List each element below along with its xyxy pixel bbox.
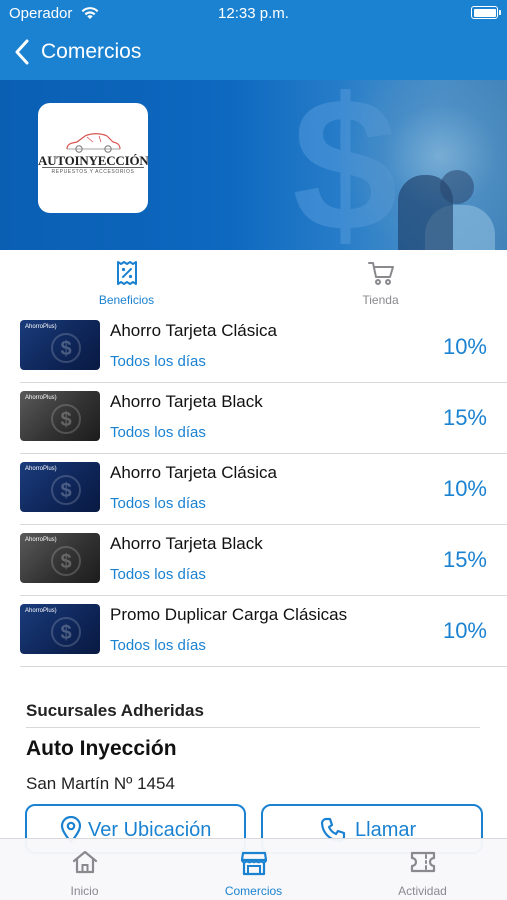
benefit-row[interactable]: AhorroPlus) $ Ahorro Tarjeta Clásica Tod… — [0, 454, 507, 525]
svg-text:$: $ — [60, 409, 71, 431]
screen: Operador 12:33 p.m. Comercios $ — [0, 0, 507, 900]
benefit-days: Todos los días — [110, 566, 206, 583]
card-thumbnail: AhorroPlus) $ — [20, 320, 100, 370]
tab-beneficios[interactable]: Beneficios — [0, 250, 253, 312]
store-icon — [240, 849, 268, 882]
benefit-days: Todos los días — [110, 495, 206, 512]
back-button-title[interactable]: Comercios — [41, 40, 141, 64]
card-thumbnail: AhorroPlus) $ — [20, 391, 100, 441]
status-bar: Operador 12:33 p.m. — [0, 0, 507, 26]
benefit-percentage: 15% — [442, 547, 487, 572]
bottom-tab-bar: Inicio Comercios Actividad — [0, 838, 507, 900]
tab-tienda[interactable]: Tienda — [254, 250, 507, 312]
home-icon — [71, 849, 99, 880]
navigation-bar: Comercios — [0, 26, 507, 80]
tab-comercios[interactable]: Comercios — [169, 839, 338, 900]
tab-label: Actividad — [398, 884, 447, 898]
card-thumbnail: AhorroPlus) $ — [20, 462, 100, 512]
benefit-title: Ahorro Tarjeta Black — [110, 392, 263, 411]
dollar-sign-icon: $ — [51, 475, 81, 505]
branches-section-title: Sucursales Adheridas — [26, 701, 204, 720]
card-brand-label: AhorroPlus) — [25, 324, 57, 330]
merchant-tabs: Beneficios Tienda — [0, 250, 507, 312]
status-time: 12:33 p.m. — [218, 5, 289, 22]
section-divider — [26, 727, 480, 728]
card-brand-label: AhorroPlus) — [25, 537, 57, 543]
logo-tagline: REPUESTOS Y ACCESORIOS — [51, 169, 135, 175]
card-brand-label: AhorroPlus) — [25, 395, 57, 401]
discount-receipt-icon — [115, 260, 139, 291]
svg-text:$: $ — [60, 480, 71, 502]
benefits-list: AhorroPlus) $ Ahorro Tarjeta Clásica Tod… — [0, 312, 507, 667]
benefit-percentage: 10% — [442, 618, 487, 643]
tab-label: Comercios — [224, 884, 283, 898]
dollar-sign-icon: $ — [51, 404, 81, 434]
tab-label: Tienda — [362, 293, 399, 307]
svg-text:$: $ — [60, 622, 71, 644]
banner-person-shape — [440, 170, 474, 204]
tab-inicio[interactable]: Inicio — [0, 839, 169, 900]
benefit-percentage: 15% — [442, 405, 487, 430]
dollar-sign-icon: $ — [51, 617, 81, 647]
row-separator — [20, 666, 507, 667]
ticket-icon — [409, 849, 437, 880]
dollar-sign-icon: $ — [51, 546, 81, 576]
dollar-sign-icon: $ — [51, 333, 81, 363]
card-brand-label: AhorroPlus) — [25, 608, 57, 614]
benefit-days: Todos los días — [110, 353, 206, 370]
logo-divider — [42, 167, 144, 168]
benefit-title: Ahorro Tarjeta Black — [110, 534, 263, 553]
benefit-row[interactable]: AhorroPlus) $ Promo Duplicar Carga Clási… — [0, 596, 507, 667]
benefit-days: Todos los días — [110, 637, 206, 654]
shopping-cart-icon — [367, 260, 395, 291]
tab-actividad[interactable]: Actividad — [338, 839, 507, 900]
card-thumbnail: AhorroPlus) $ — [20, 533, 100, 583]
tab-label: Beneficios — [98, 293, 155, 307]
card-brand-label: AhorroPlus) — [25, 466, 57, 472]
benefit-days: Todos los días — [110, 424, 206, 441]
benefit-title: Ahorro Tarjeta Clásica — [110, 463, 277, 482]
benefit-percentage: 10% — [442, 334, 487, 359]
svg-text:$: $ — [60, 338, 71, 360]
merchant-logo: AUTOINYECCIÓN REPUESTOS Y ACCESORIOS — [38, 103, 149, 213]
branch-name: Auto Inyección — [26, 737, 177, 760]
car-icon — [66, 133, 121, 153]
back-chevron-icon[interactable] — [14, 39, 30, 70]
benefit-title: Promo Duplicar Carga Clásicas — [110, 605, 348, 624]
benefit-percentage: 10% — [442, 476, 487, 501]
svg-text:$: $ — [60, 551, 71, 573]
tab-label: Inicio — [70, 884, 99, 898]
card-thumbnail: AhorroPlus) $ — [20, 604, 100, 654]
benefit-row[interactable]: AhorroPlus) $ Ahorro Tarjeta Black Todos… — [0, 383, 507, 454]
benefit-title: Ahorro Tarjeta Clásica — [110, 321, 277, 340]
benefit-row[interactable]: AhorroPlus) $ Ahorro Tarjeta Clásica Tod… — [0, 312, 507, 383]
branch-address: San Martín Nº 1454 — [26, 774, 175, 793]
benefit-row[interactable]: AhorroPlus) $ Ahorro Tarjeta Black Todos… — [0, 525, 507, 596]
battery-icon — [471, 6, 501, 19]
